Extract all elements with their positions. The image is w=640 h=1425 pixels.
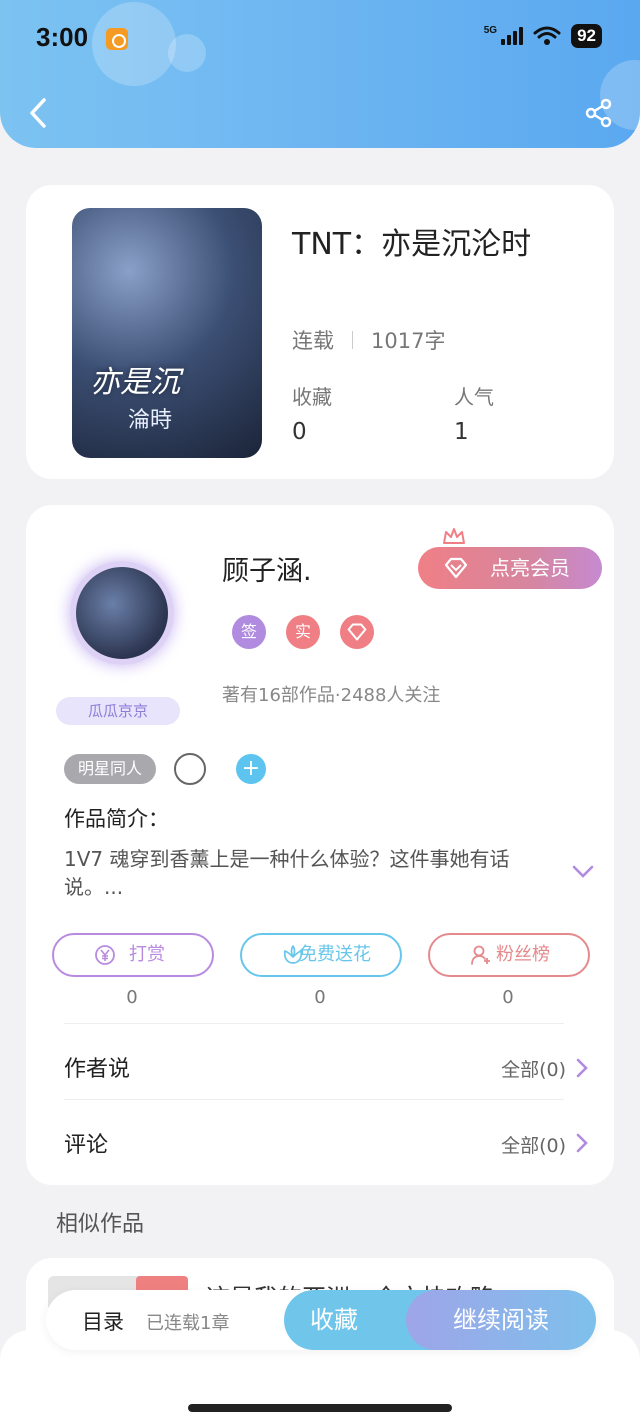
book-info-card: 亦是沉 淪時 TNT：亦是沉沦时 连载 1017字 收藏 0 人气 1 xyxy=(26,185,614,479)
cover-title: 亦是沉 xyxy=(90,365,180,400)
header: 3:00 5G 92 xyxy=(0,0,640,148)
favorites-label: 收藏 xyxy=(292,385,332,409)
fan-count: 0 xyxy=(502,987,514,1008)
fan-list-label: 粉丝榜 xyxy=(496,944,550,965)
status-icons: 5G 92 xyxy=(484,24,602,48)
signal-icon xyxy=(501,27,524,45)
back-icon[interactable] xyxy=(24,96,52,130)
yen-coin-icon xyxy=(95,945,115,965)
avatar-badge: 瓜瓜京京 xyxy=(56,697,180,725)
signed-badge: 签 xyxy=(232,615,266,649)
divider xyxy=(64,1023,564,1024)
diamond-icon xyxy=(444,557,468,579)
decor-bubble xyxy=(168,34,206,72)
status-time: 3:00 xyxy=(36,22,89,52)
chevron-right-icon[interactable] xyxy=(576,1058,588,1078)
author-stats: 著有16部作品·2488人关注 xyxy=(222,685,441,706)
divider xyxy=(64,1099,564,1100)
wifi-icon xyxy=(533,26,561,45)
toc-button[interactable]: 目录 xyxy=(82,1306,124,1336)
add-tag-button[interactable]: + xyxy=(236,754,267,784)
tag-row: 明星同人 + xyxy=(64,753,267,785)
fan-list-button[interactable]: 粉丝榜 xyxy=(428,933,590,977)
tip-button[interactable]: 打赏 xyxy=(52,933,214,977)
author-badges: 签 实 xyxy=(232,615,374,649)
tip-label: 打赏 xyxy=(129,944,165,965)
book-title: TNT：亦是沉沦时 xyxy=(292,227,532,262)
decor-bubble xyxy=(92,2,176,86)
author-name[interactable]: 顾子涵. xyxy=(222,549,312,588)
comments-label[interactable]: 评论 xyxy=(64,1127,108,1159)
diamond-icon xyxy=(347,623,367,641)
continue-reading-button[interactable]: 继续阅读 xyxy=(406,1290,596,1350)
vip-badge xyxy=(340,615,374,649)
book-cover[interactable]: 亦是沉 淪時 xyxy=(72,208,262,458)
circle-placeholder[interactable] xyxy=(174,753,207,785)
author-note-label[interactable]: 作者说 xyxy=(64,1051,130,1083)
chevron-down-icon[interactable] xyxy=(572,865,594,879)
popularity-label: 人气 xyxy=(454,385,494,409)
author-note-all[interactable]: 全部(0) xyxy=(501,1055,566,1082)
camera-app-icon xyxy=(106,28,128,50)
fan-list-icon xyxy=(471,945,490,965)
crown-icon xyxy=(443,528,465,544)
action-row: 打赏 免费送花 粉丝榜 xyxy=(52,933,590,977)
send-flower-label: 免费送花 xyxy=(299,944,371,965)
comments-all[interactable]: 全部(0) xyxy=(501,1131,566,1158)
book-status: 连载 xyxy=(292,329,334,353)
intro-label: 作品简介： xyxy=(64,807,169,831)
avatar[interactable] xyxy=(70,561,174,665)
reader-action-bar: 目录 已连载1章 收藏 继续阅读 xyxy=(46,1290,596,1350)
cover-subtitle: 淪時 xyxy=(128,408,173,433)
favorites-value: 0 xyxy=(292,419,307,445)
book-meta: 连载 1017字 xyxy=(292,325,445,355)
author-card: 瓜瓜京京 顾子涵. 点亮会员 签 实 著有16部作品·2488人关注 明星同人 … xyxy=(26,505,614,1185)
similar-section-title: 相似作品 xyxy=(56,1212,145,1237)
chevron-right-icon[interactable] xyxy=(576,1133,588,1153)
intro-text: 1V7 魂穿到香薰上是一种什么体验？这件事她有话说。... xyxy=(64,847,510,899)
word-count: 1017字 xyxy=(371,329,446,353)
battery-indicator: 92 xyxy=(571,24,602,48)
tag-chip[interactable]: 明星同人 xyxy=(64,754,157,784)
flower-icon xyxy=(283,945,303,964)
verified-badge: 实 xyxy=(286,615,320,649)
meta-divider xyxy=(352,331,353,349)
flower-count: 0 xyxy=(314,987,326,1008)
vip-button[interactable]: 点亮会员 xyxy=(418,547,602,589)
popularity-value: 1 xyxy=(454,419,469,445)
network-label: 5G xyxy=(483,24,498,36)
send-flower-button[interactable]: 免费送花 xyxy=(240,933,402,977)
avatar-frame[interactable] xyxy=(52,533,192,673)
vip-button-label: 点亮会员 xyxy=(490,556,570,580)
home-indicator xyxy=(188,1404,452,1412)
tip-count: 0 xyxy=(126,987,138,1008)
share-icon[interactable] xyxy=(584,98,614,128)
serial-status: 已连载1章 xyxy=(146,1313,230,1334)
